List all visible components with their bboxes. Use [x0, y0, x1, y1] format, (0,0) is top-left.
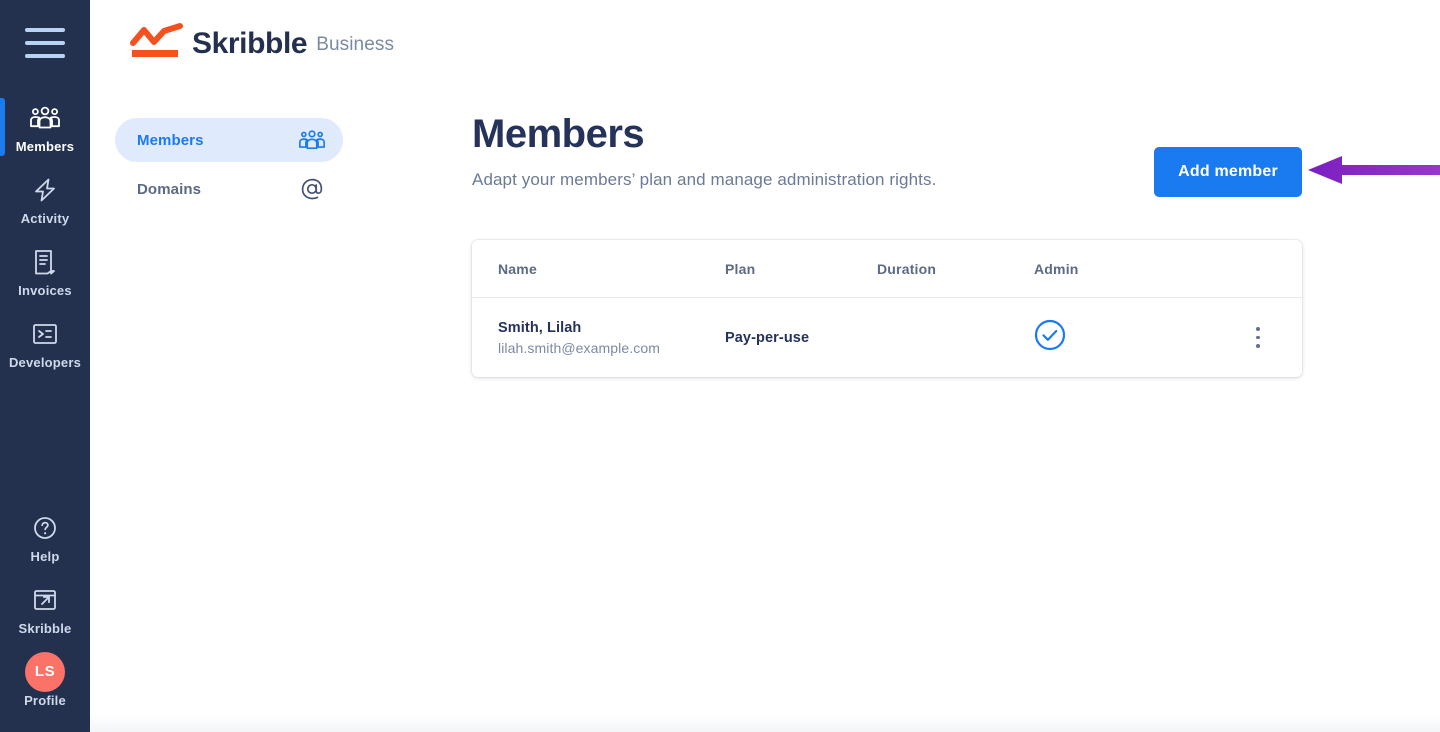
sidebar-item-invoices[interactable]: Invoices — [0, 236, 90, 308]
hamburger-bar — [25, 54, 65, 58]
members-table: Name Plan Duration Admin Smith, Lilah li… — [472, 240, 1302, 377]
brand-suffix: Business — [316, 34, 395, 55]
kebab-dot — [1256, 335, 1260, 340]
cell-name: Smith, Lilah lilah.smith@example.com — [472, 320, 725, 356]
column-header-plan: Plan — [725, 260, 756, 277]
column-header-name: Name — [498, 260, 537, 277]
kebab-menu-icon[interactable] — [1245, 325, 1271, 351]
hamburger-bar — [25, 28, 65, 32]
section-nav: Members Domains — [115, 118, 343, 216]
subnav-item-domains[interactable]: Domains — [115, 167, 343, 211]
member-plan: Pay-per-use — [725, 329, 810, 346]
sidebar-item-activity[interactable]: Activity — [0, 164, 90, 236]
sidebar-item-developers[interactable]: Developers — [0, 308, 90, 380]
at-sign-icon — [299, 176, 325, 202]
sidebar-item-members[interactable]: Members — [0, 92, 90, 164]
page-bottom-strip — [90, 714, 1440, 732]
avatar: LS — [25, 651, 65, 692]
subnav-item-label: Members — [137, 131, 204, 149]
sidebar-item-help[interactable]: Help — [0, 502, 90, 574]
main-content: Skribble Business Members Domains Member… — [90, 0, 1440, 732]
external-link-icon — [32, 585, 58, 615]
column-header-duration: Duration — [877, 260, 937, 277]
sidebar-item-label: Help — [30, 548, 60, 564]
kebab-dot — [1256, 344, 1260, 349]
sidebar-item-label: Members — [15, 138, 75, 154]
sidebar-item-label: Skribble — [18, 620, 72, 636]
sidebar-item-label: Invoices — [18, 282, 72, 298]
chart-zigzag-logo-icon — [130, 22, 186, 62]
sidebar-nav-bottom: Help Skribble LS Profile — [0, 502, 90, 718]
hamburger-bar — [25, 41, 65, 45]
lightning-bolt-icon — [31, 175, 59, 205]
annotation-left-pointing-arrow-icon — [1308, 152, 1440, 193]
member-name: Smith, Lilah — [498, 319, 582, 336]
page-header: Members Adapt your members’ plan and man… — [472, 110, 936, 190]
cell-actions — [1214, 325, 1302, 351]
primary-sidebar: Members Activity Invoices Developers Hel… — [0, 0, 90, 732]
brand-logo[interactable]: Skribble Business — [130, 22, 394, 62]
table-row[interactable]: Smith, Lilah lilah.smith@example.com Pay… — [472, 298, 1302, 377]
page-subtitle: Adapt your members’ plan and manage admi… — [472, 170, 937, 189]
sidebar-item-label: Developers — [8, 354, 82, 370]
terminal-prompt-icon — [31, 319, 59, 349]
add-member-button[interactable]: Add member — [1154, 147, 1302, 197]
cell-plan: Pay-per-use — [725, 329, 877, 347]
app-root: Members Activity Invoices Developers Hel… — [0, 0, 1440, 732]
sidebar-item-label: Activity — [20, 210, 70, 226]
member-email: lilah.smith@example.com — [498, 339, 661, 356]
subnav-item-members[interactable]: Members — [115, 118, 343, 162]
check-circle-icon[interactable] — [1034, 319, 1066, 355]
brand-name: Skribble — [192, 27, 308, 60]
sidebar-item-skribble[interactable]: Skribble — [0, 574, 90, 646]
document-lines-icon — [32, 247, 58, 277]
page-title: Members — [472, 112, 645, 156]
table-header-row: Name Plan Duration Admin — [472, 240, 1302, 298]
sidebar-item-label: Profile — [24, 692, 66, 708]
subnav-item-label: Domains — [137, 180, 202, 198]
question-circle-icon — [32, 513, 58, 543]
sidebar-item-profile[interactable]: LS Profile — [0, 646, 90, 718]
column-header-admin: Admin — [1034, 260, 1079, 277]
members-group-icon — [30, 103, 60, 133]
sidebar-nav-top: Members Activity Invoices Developers — [0, 92, 90, 380]
avatar-initials: LS — [25, 651, 65, 692]
hamburger-menu-icon[interactable] — [25, 28, 65, 58]
kebab-dot — [1256, 327, 1260, 331]
members-group-icon — [299, 127, 325, 153]
cell-admin — [1034, 319, 1214, 356]
